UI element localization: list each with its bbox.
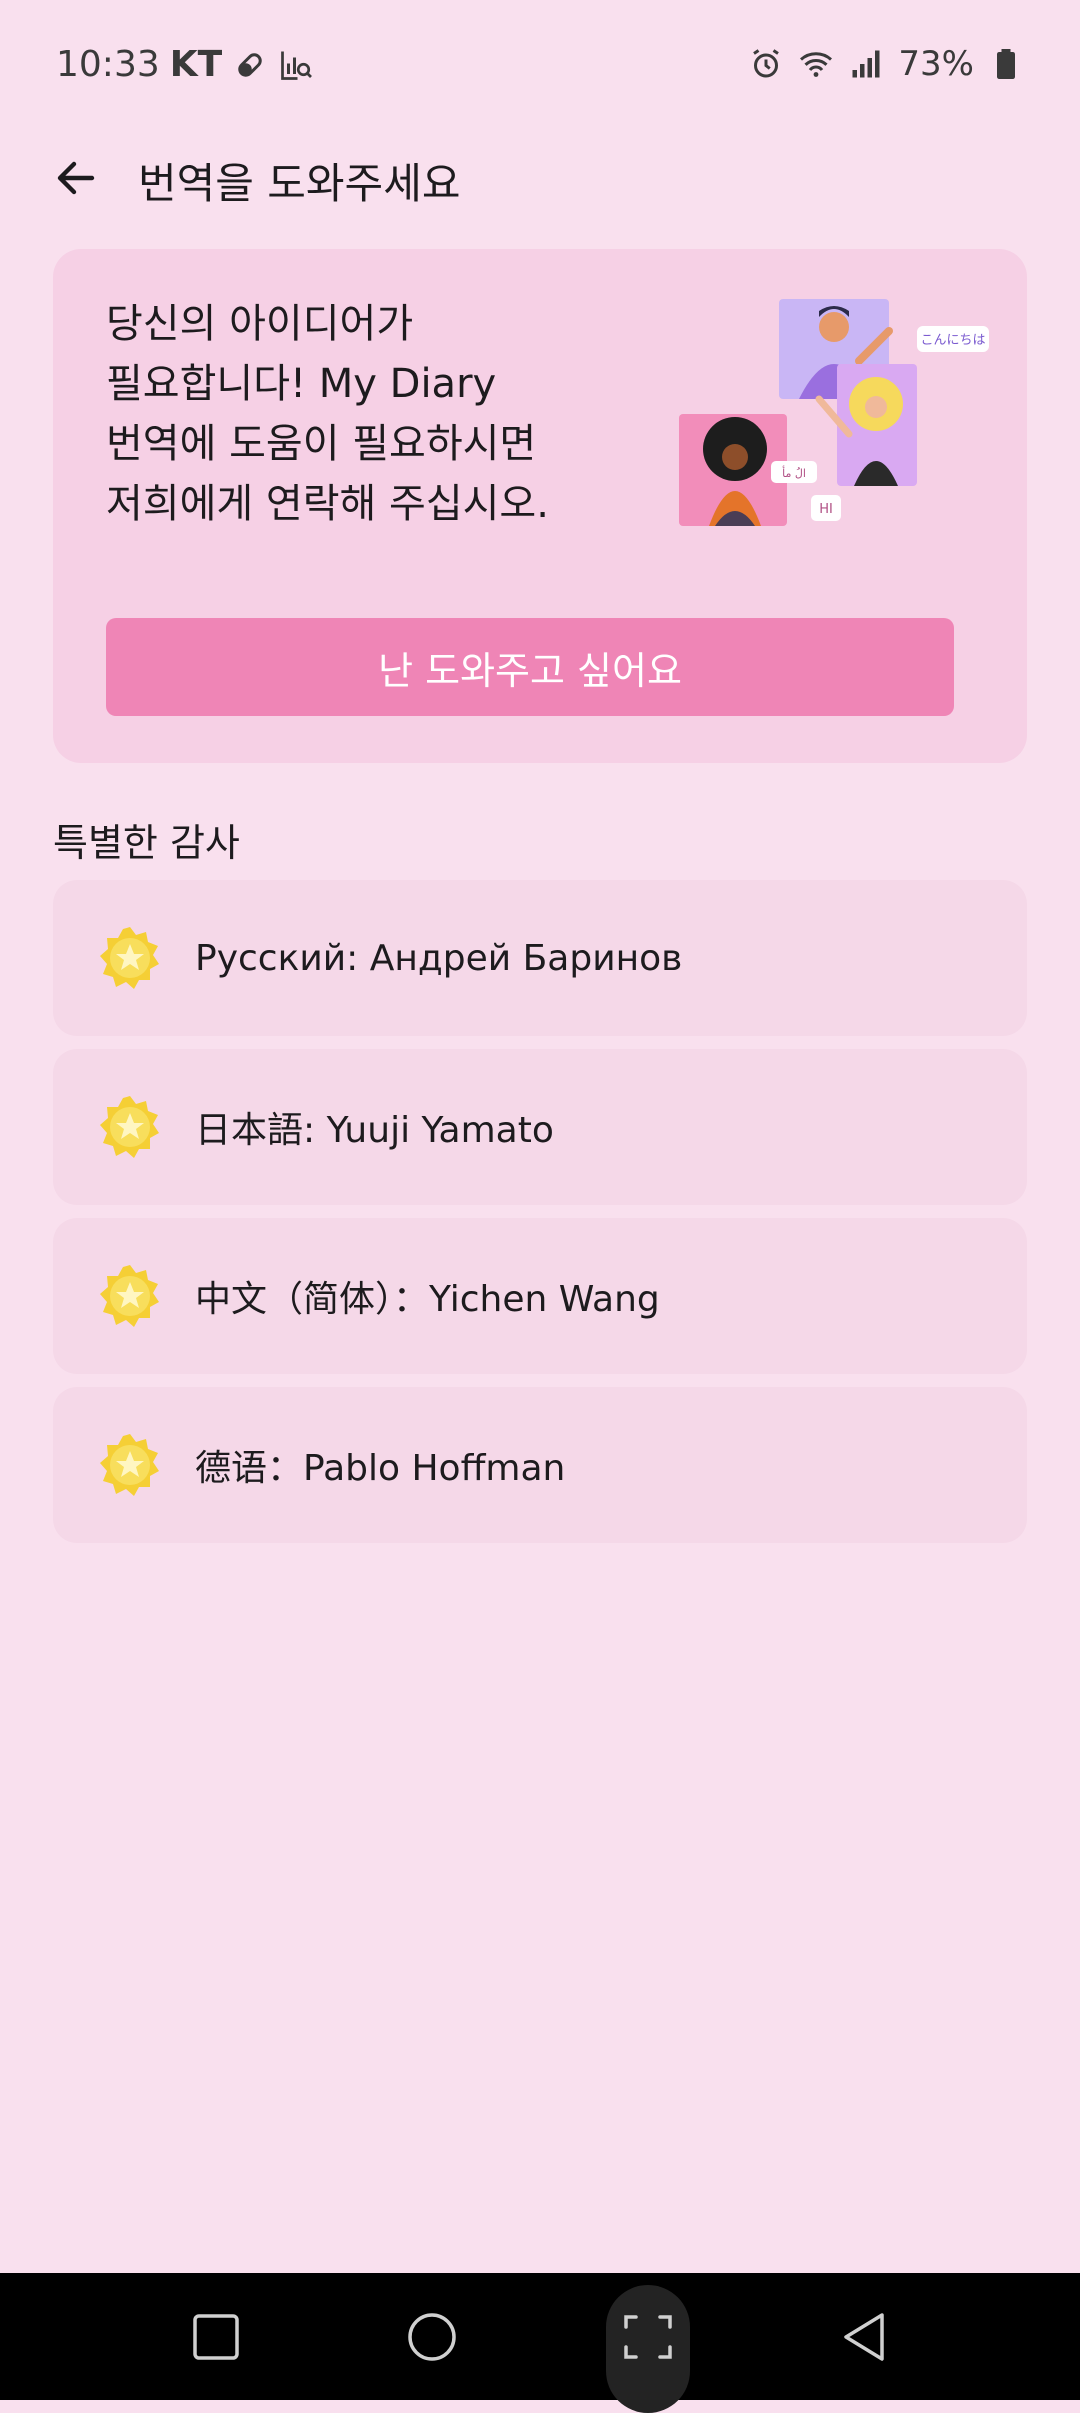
recents-icon — [193, 2313, 239, 2360]
data-search-icon — [281, 51, 313, 80]
translators-illustration: こんにちは الُ مأ HI — [679, 299, 989, 526]
star-badge-icon — [100, 927, 159, 989]
recents-button[interactable] — [156, 2273, 276, 2400]
page-title: 번역을 도와주세요 — [138, 159, 461, 208]
thanks-label: 日本語: Yuuji Yamato — [195, 1110, 554, 1151]
list-item: 德语：Pablo Hoffman — [53, 1387, 1027, 1543]
bubble-japanese: こんにちは — [920, 333, 985, 348]
system-nav-bar — [0, 2273, 1080, 2413]
star-badge-icon — [100, 1265, 159, 1327]
bubble-arabic: الُ مأ — [782, 465, 806, 480]
back-nav-button[interactable] — [804, 2273, 924, 2400]
status-bar: 10:33 KT 73% — [0, 0, 1080, 130]
star-badge-icon — [100, 1434, 159, 1496]
bubble-hi: HI — [819, 502, 833, 517]
status-carrier: KT — [169, 44, 223, 85]
help-description: 당신의 아이디어가 필요합니다! My Diary 번역에 도움이 필요하시면 … — [106, 301, 549, 527]
special-thanks-list: Русский: Андрей Баринов 日本語: Yuuji Yamat… — [53, 880, 1027, 1556]
back-button[interactable] — [44, 146, 108, 210]
thanks-label: 中文（简体）：Yichen Wang — [195, 1279, 660, 1320]
thanks-label: 德语：Pablo Hoffman — [195, 1448, 566, 1489]
list-item: 日本語: Yuuji Yamato — [53, 1049, 1027, 1205]
battery-percent: 73% — [898, 44, 974, 84]
special-thanks-title: 특별한 감사 — [53, 821, 240, 865]
star-badge-icon — [100, 1096, 159, 1158]
status-left: 10:33 KT — [56, 44, 314, 85]
signal-icon — [852, 50, 880, 78]
alarm-icon — [753, 49, 780, 78]
arrow-left-icon — [57, 161, 95, 195]
battery-icon — [997, 49, 1015, 79]
list-item: Русский: Андрей Баринов — [53, 880, 1027, 1036]
screenshot-button[interactable] — [588, 2273, 708, 2400]
list-item: 中文（简体）：Yichen Wang — [53, 1218, 1027, 1374]
help-translate-card: 당신의 아이디어가 필요합니다! My Diary 번역에 도움이 필요하시면 … — [53, 249, 1027, 763]
thanks-label: Русский: Андрей Баринов — [195, 937, 683, 979]
pill-icon — [238, 52, 262, 77]
status-time: 10:33 — [56, 44, 160, 85]
i-want-to-help-button[interactable]: 난 도와주고 싶어요 — [106, 618, 954, 716]
back-icon — [844, 2312, 884, 2361]
wifi-icon — [800, 52, 833, 77]
app-bar: 번역을 도와주세요 — [0, 130, 1080, 230]
screenshot-icon — [624, 2314, 672, 2359]
home-button[interactable] — [372, 2273, 492, 2400]
home-icon — [408, 2312, 456, 2361]
status-right: 73% — [748, 44, 1024, 84]
